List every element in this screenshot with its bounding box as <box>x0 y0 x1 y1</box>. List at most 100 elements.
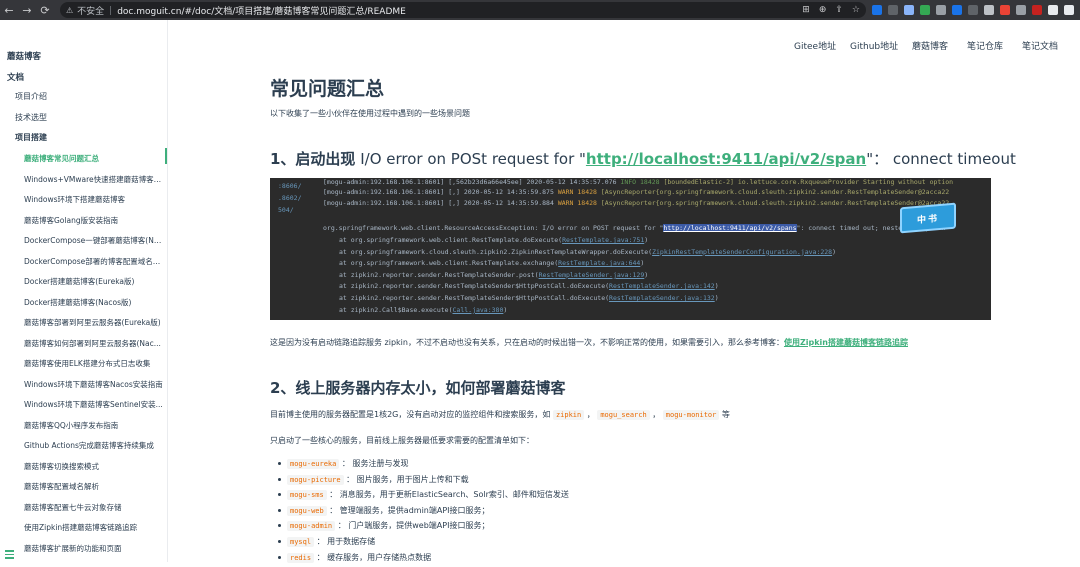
list-item: mogu-admin ： 门户端服务，提供web端API接口服务； <box>278 520 569 536</box>
sidebar-sub-item[interactable]: Windows+VMware快速搭建蘑菇博客本... <box>24 174 168 185</box>
inline-code: mysql <box>287 536 315 547</box>
inline-code: mogu-picture <box>287 474 344 485</box>
list-item: mogu-sms ： 消息服务，用于更新ElasticSearch、Solr索引… <box>278 489 569 505</box>
stack-line: at org.springframework.web.client.RestTe… <box>339 236 649 244</box>
sidebar-sub-item[interactable]: 蘑菇博客部署到阿里云服务器(Eureka版) <box>24 317 168 328</box>
sidebar-sub-item[interactable]: Windows环境下搭建蘑菇博客 <box>24 194 168 205</box>
inline-code: mogu-sms <box>287 490 327 501</box>
section-heading-1: 1、启动出现 I/O error on POSt request for "ht… <box>270 148 1016 169</box>
log-line: [mogu-admin:192.168.106.1:8601] [,562b23… <box>323 178 954 186</box>
stack-line: at zipkin2.reporter.sender.RestTemplateS… <box>339 282 719 291</box>
heading-link[interactable]: http://localhost:9411/api/v2/span <box>586 150 866 168</box>
bookmark-star-icon[interactable]: ☆ <box>852 5 860 15</box>
sidebar-sub-item[interactable]: Docker搭建蘑菇博客(Nacos版) <box>24 297 168 308</box>
sidebar-sub-item[interactable]: 蘑菇博客使用ELK搭建分布式日志收集 <box>24 358 168 369</box>
list-item: mogu-web ： 管理端服务，提供admin端API接口服务； <box>278 505 569 521</box>
inline-code: mogu-web <box>287 505 327 516</box>
reload-icon[interactable]: ⟳ <box>36 0 54 20</box>
stack-line: at org.springframework.cloud.sleuth.zipk… <box>339 247 837 256</box>
sidebar-sub-item[interactable]: DockerCompose部署的博客配置域名访... <box>24 256 168 267</box>
sidebar-sub-item[interactable]: Github Actions完成蘑菇博客持续集成 <box>24 440 168 451</box>
console-screenshot: :8606/ .8602/ 504/ [mogu-admin:192.168.1… <box>270 178 991 320</box>
sidebar-sub-item[interactable]: 蘑菇博客Golang版安装指南 <box>24 215 168 226</box>
sidebar-sub-item[interactable]: 蘑菇博客配置域名解析 <box>24 481 168 492</box>
page-title: 常见问题汇总 <box>270 78 385 100</box>
back-icon[interactable]: ← <box>0 0 18 20</box>
sidebar-sub-item[interactable]: 蘑菇博客QQ小程序发布指南 <box>24 420 168 431</box>
sidebar-icon[interactable] <box>1064 5 1074 15</box>
sidebar-site-title[interactable]: 蘑菇博客 <box>7 50 175 62</box>
inline-code: mogu-admin <box>287 521 336 532</box>
section2-paragraph-1: 目前博主使用的服务器配置是1核2G，没有启动对应的监控组件和搜索服务，如 zip… <box>270 410 730 420</box>
zipkin-link[interactable]: 使用Zipkin搭建蘑菇博客链路追踪 <box>784 338 908 347</box>
list-item: mogu-eureka ： 服务注册与发现 <box>278 458 569 474</box>
sidebar-sub-item[interactable]: 蘑菇博客如何部署到阿里云服务器(Nac... <box>24 338 168 349</box>
extension-icon[interactable] <box>920 5 930 15</box>
inline-code: redis <box>287 552 315 563</box>
active-indicator <box>165 148 167 164</box>
warning-icon: ⚠ <box>66 5 74 15</box>
sidebar-item[interactable]: 技术选型 <box>15 112 183 123</box>
extension-icon[interactable] <box>984 5 994 15</box>
stack-line: at zipkin2.reporter.sender.RestTemplateS… <box>339 294 719 302</box>
zoom-icon[interactable]: ⊕ <box>819 5 827 15</box>
list-item: mogu-picture ： 图片服务，用于图片上传和下载 <box>278 474 569 490</box>
url-text[interactable]: doc.moguit.cn/#/doc/文档/项目搭建/蘑菇博客常见问题汇总/R… <box>117 4 406 17</box>
extension-icon[interactable] <box>968 5 978 15</box>
extension-icon[interactable] <box>952 5 962 15</box>
inline-code: mogu-eureka <box>287 459 340 469</box>
gutter-line: .8602/ <box>278 194 302 202</box>
extension-icon[interactable] <box>1032 5 1042 15</box>
section2-paragraph-2: 只启动了一些核心的服务，目前线上服务器最低要求需要的配置清单如下： <box>270 436 534 445</box>
sidebar-sub-item[interactable]: Windows环境下蘑菇博客Sentinel安装... <box>24 399 168 410</box>
stack-line: at zipkin2.reporter.sender.RestTemplateS… <box>339 270 649 279</box>
section-heading-2: 2、线上服务器内存太小，如何部署蘑菇博客 <box>270 379 566 397</box>
list-item: mysql ： 用于数据存储 <box>278 536 569 552</box>
sidebar-item[interactable]: 项目介绍 <box>15 91 183 102</box>
nav-link-notes-docs[interactable]: 笔记文档 <box>1022 39 1058 52</box>
sidebar-sub-item[interactable]: Windows环境下蘑菇博客Nacos安装指南 <box>24 379 168 390</box>
sidebar-sub-item[interactable]: 蘑菇博客常见问题汇总 <box>24 153 168 164</box>
divider <box>110 5 112 15</box>
watermark-badge: 中书 <box>900 202 956 234</box>
nav-link-github[interactable]: Github地址 <box>850 39 898 52</box>
console-gutter: :8606/ .8602/ 504/ <box>270 178 316 320</box>
sidebar-sub-item[interactable]: 蘑菇博客切换搜索模式 <box>24 461 168 472</box>
stack-line: at org.springframework.web.client.RestTe… <box>339 259 645 268</box>
sidebar-section-docs[interactable]: 文档 <box>7 71 175 83</box>
heading-suffix: "： connect timeout <box>866 150 1016 168</box>
nav-link-blog[interactable]: 蘑菇博客 <box>912 39 948 52</box>
nav-link-notes-repo[interactable]: 笔记仓库 <box>967 39 1003 52</box>
sidebar-sub-item[interactable]: 使用Zipkin搭建蘑菇博客链路追踪 <box>24 522 168 533</box>
address-bar[interactable]: ⚠ 不安全 doc.moguit.cn/#/doc/文档/项目搭建/蘑菇博客常见… <box>60 2 866 18</box>
omnibox-actions: ⊞ ⊕ ⇪ ☆ <box>802 2 860 18</box>
puzzle-icon[interactable] <box>1048 5 1058 15</box>
sidebar-sub-item[interactable]: DockerCompose一键部署蘑菇博客(Nac... <box>24 235 168 246</box>
service-list: mogu-eureka ： 服务注册与发现 mogu-picture ： 图片服务… <box>278 458 569 567</box>
forward-icon[interactable]: → <box>18 0 36 20</box>
inline-code: mogu-monitor <box>662 410 720 420</box>
section1-text: 这是因为没有启动链路追踪服务 zipkin，不过不启动也没有关系，只在启动的时候… <box>270 338 908 347</box>
share-icon[interactable]: ⇪ <box>835 5 843 15</box>
extension-icon[interactable] <box>888 5 898 15</box>
extension-icon[interactable] <box>936 5 946 15</box>
translate-icon[interactable]: ⊞ <box>802 5 810 15</box>
extension-icon[interactable] <box>1016 5 1026 15</box>
sidebar-sub-item[interactable]: 蘑菇博客配置七牛云对象存储 <box>24 502 168 513</box>
sidebar-item[interactable]: 项目搭建 <box>15 132 183 143</box>
list-item: redis ： 缓存服务，用户存储热点数据 <box>278 552 569 567</box>
menu-icon[interactable] <box>5 550 14 559</box>
extension-tray: ⋮ <box>872 2 1080 18</box>
sidebar-sub-item[interactable]: Docker搭建蘑菇博客(Eureka版) <box>24 276 168 287</box>
extension-icon[interactable] <box>1000 5 1010 15</box>
nav-link-gitee[interactable]: Gitee地址 <box>794 39 836 52</box>
sidebar-sub-item[interactable]: 蘑菇博客扩展新的功能和页面 <box>24 543 168 554</box>
extension-icon[interactable] <box>904 5 914 15</box>
heading-prefix: 1、启动出现 <box>270 150 356 168</box>
browser-toolbar: ← → ⟳ ⚠ 不安全 doc.moguit.cn/#/doc/文档/项目搭建/… <box>0 0 1080 20</box>
log-line: [mogu-admin:192.168.106.1:8601] [,] 2020… <box>323 188 950 196</box>
inline-code: zipkin <box>552 410 585 420</box>
inline-code: mogu_search <box>597 410 650 420</box>
extension-icon[interactable] <box>872 5 882 15</box>
exception-line: org.springframework.web.client.ResourceA… <box>323 224 946 232</box>
